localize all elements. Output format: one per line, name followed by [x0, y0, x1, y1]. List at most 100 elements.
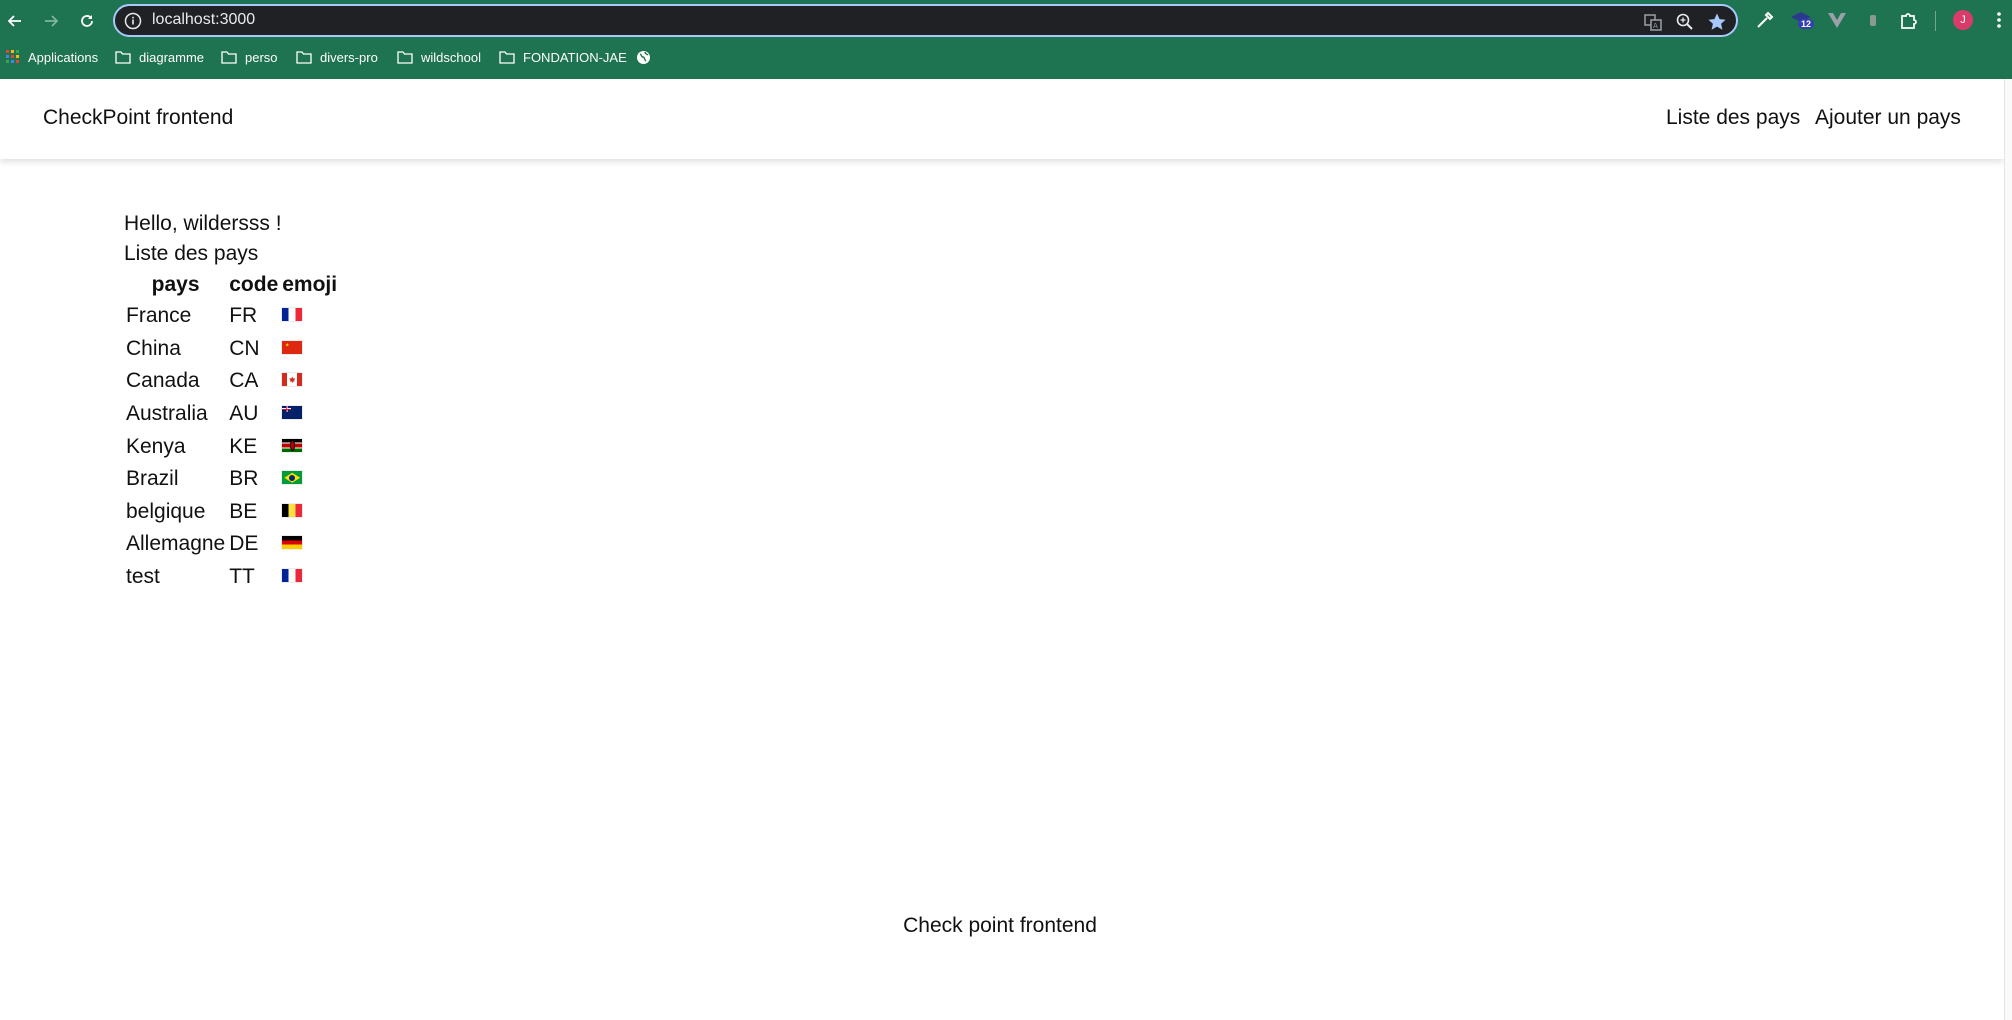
- site-info-icon[interactable]: [124, 12, 142, 30]
- profile-initial: J: [1960, 14, 1966, 26]
- bookmark-perso[interactable]: perso: [221, 45, 278, 69]
- nav-link-liste-des-pays[interactable]: Liste des pays: [1666, 106, 1800, 130]
- country-code-cell: DE: [229, 532, 259, 556]
- folder-icon: [115, 50, 131, 64]
- country-code-cell: CN: [229, 336, 260, 360]
- folder-icon: [296, 50, 312, 64]
- country-name-cell: Kenya: [126, 434, 186, 458]
- folder-icon: [221, 50, 237, 64]
- bookmark-label: diagramme: [139, 49, 205, 65]
- column-header-code: code: [229, 273, 279, 296]
- country-emoji-cell: [280, 496, 339, 529]
- page-scrollbar[interactable]: [2004, 79, 2012, 1020]
- app-navbar: CheckPoint frontend Liste des pays Ajout…: [0, 79, 2004, 159]
- country-emoji-cell: [280, 430, 339, 463]
- flag-fr-icon: [282, 569, 303, 582]
- flag-ca-icon: [282, 373, 303, 387]
- back-button[interactable]: [2, 8, 28, 34]
- nav-link-ajouter-un-pays[interactable]: Ajouter un pays: [1815, 106, 1961, 130]
- bookmark-label: wildschool: [421, 49, 481, 65]
- country-code-cell: TT: [229, 565, 255, 589]
- profile-avatar[interactable]: J: [1953, 10, 1973, 30]
- greeting-text: Hello, wildersss !: [124, 212, 282, 235]
- bookmark-label: Applications: [28, 49, 99, 65]
- browser-toolbar: localhost:3000 A 12 J Applications diagr…: [0, 0, 2012, 79]
- flag-fr-icon: [282, 308, 303, 322]
- table-row: China CN: [124, 333, 339, 366]
- bookmark-label: FONDATION-JAE: [523, 49, 627, 65]
- table-row: test TT: [124, 561, 339, 594]
- extension-icon[interactable]: [1862, 9, 1884, 31]
- flag-ke-icon: [282, 438, 303, 452]
- country-code-cell: KE: [229, 434, 258, 458]
- extension-badge: 12: [1798, 19, 1815, 29]
- bookmark-fondation-jae[interactable]: FONDATION-JAE: [499, 45, 627, 69]
- back-arrow-icon: [7, 15, 21, 27]
- country-name-cell: Allemagne: [126, 532, 226, 556]
- flag-br-icon: [282, 471, 303, 485]
- country-name-cell: France: [126, 304, 192, 328]
- country-emoji-cell: [280, 528, 339, 561]
- bookmarks-bar: Applications diagramme perso divers-pro …: [0, 45, 2012, 69]
- globe-icon: [637, 50, 650, 64]
- page-title: Liste des pays: [124, 242, 259, 265]
- forward-button[interactable]: [38, 8, 64, 34]
- bookmark-star-icon[interactable]: [1707, 12, 1727, 32]
- country-emoji-cell: [280, 398, 339, 431]
- country-emoji-cell: [280, 365, 339, 398]
- table-row: France FR: [124, 300, 339, 333]
- zoom-icon[interactable]: [1675, 12, 1695, 32]
- countries-table: pays code emoji France FR China CN Canada CA A…: [124, 270, 339, 593]
- eyedropper-extension-icon[interactable]: [1754, 9, 1776, 31]
- table-row: Allemagne DE: [124, 528, 339, 561]
- table-row: Australia AU: [124, 398, 339, 431]
- bookmark-globe[interactable]: [636, 45, 651, 69]
- flag-de-icon: [282, 536, 303, 550]
- extension-graduation-button[interactable]: 12: [1790, 9, 1815, 31]
- brand-title[interactable]: CheckPoint frontend: [43, 106, 233, 130]
- country-name-cell: Canada: [126, 369, 200, 393]
- table-row: Brazil BR: [124, 463, 339, 496]
- table-row: belgique BE: [124, 496, 339, 529]
- bookmark-wildschool[interactable]: wildschool: [397, 45, 481, 69]
- bookmark-label: divers-pro: [320, 49, 378, 65]
- column-header-emoji: emoji: [282, 273, 338, 296]
- url-text[interactable]: localhost:3000: [152, 11, 255, 29]
- table-row: Kenya KE: [124, 430, 339, 463]
- country-emoji-cell: [280, 561, 339, 594]
- bookmark-diagramme[interactable]: diagramme: [115, 45, 204, 69]
- reload-icon: [81, 15, 93, 27]
- country-code-cell: CA: [229, 369, 259, 393]
- country-name-cell: Australia: [126, 402, 208, 426]
- country-name-cell: belgique: [126, 499, 206, 523]
- flag-cn-icon: [282, 340, 303, 354]
- country-name-cell: test: [126, 565, 160, 589]
- folder-icon: [397, 50, 413, 64]
- country-name-cell: Brazil: [126, 467, 179, 491]
- country-emoji-cell: [280, 300, 339, 333]
- folder-icon: [499, 50, 515, 64]
- country-code-cell: FR: [229, 304, 258, 328]
- bookmark-divers-pro[interactable]: divers-pro: [296, 45, 378, 69]
- browser-menu-icon[interactable]: [1988, 9, 2010, 31]
- countries-table-body: France FR China CN Canada CA Australia AU Kenya K…: [124, 300, 339, 593]
- reload-button[interactable]: [74, 8, 100, 34]
- vue-devtools-icon[interactable]: [1826, 9, 1848, 31]
- country-emoji-cell: [280, 333, 339, 366]
- flag-au-icon: [282, 406, 303, 420]
- address-bar[interactable]: localhost:3000 A: [113, 4, 1738, 37]
- country-code-cell: BE: [229, 499, 258, 523]
- country-code-cell: AU: [229, 402, 259, 426]
- extensions-puzzle-icon[interactable]: [1898, 9, 1920, 31]
- table-header-row: pays code emoji: [124, 270, 339, 300]
- forward-arrow-icon: [45, 15, 59, 27]
- bookmark-applications[interactable]: Applications: [6, 45, 98, 69]
- apps-grid-icon: [6, 50, 19, 63]
- country-name-cell: China: [126, 336, 181, 360]
- country-emoji-cell: [280, 463, 339, 496]
- toolbar-divider: [1935, 11, 1936, 31]
- footer-text: Check point frontend: [903, 914, 1097, 937]
- translate-icon[interactable]: A: [1643, 12, 1663, 32]
- country-code-cell: BR: [229, 467, 259, 491]
- svg-text:A: A: [1653, 22, 1658, 30]
